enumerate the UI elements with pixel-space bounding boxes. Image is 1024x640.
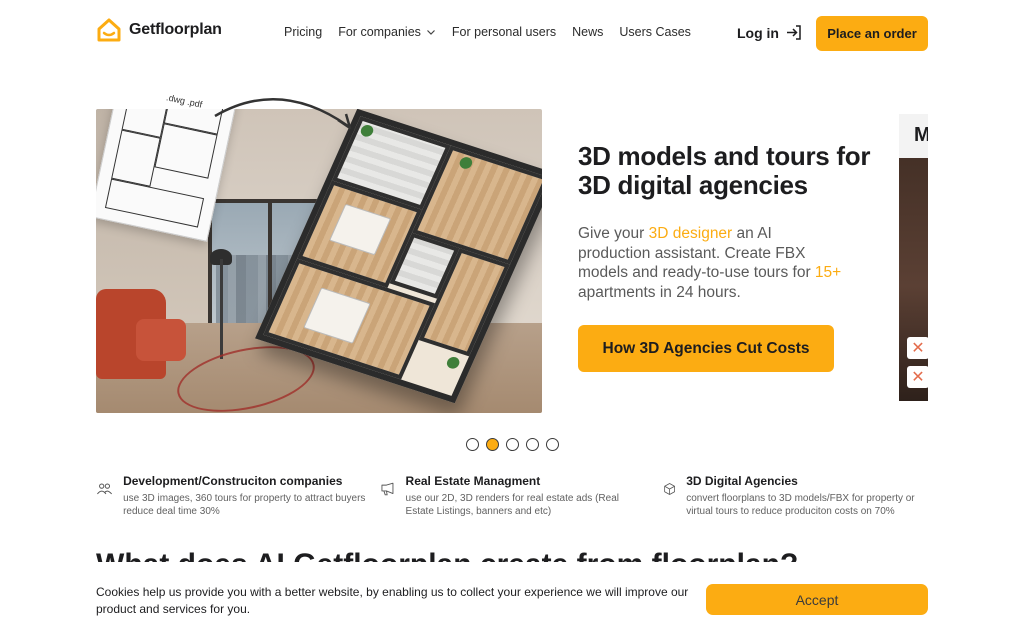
login-arrow-icon	[787, 25, 801, 40]
carousel-dot-1[interactable]	[466, 438, 479, 451]
chevron-down-icon	[426, 30, 435, 35]
bed	[329, 203, 392, 256]
plan-room	[111, 129, 161, 187]
users-icon	[97, 483, 113, 495]
main-nav: Pricing For companies For personal users…	[284, 25, 691, 39]
lamp-stand	[220, 259, 223, 359]
hero-title: 3D models and tours for 3D digital agenc…	[578, 141, 871, 200]
nav-pricing[interactable]: Pricing	[284, 25, 322, 39]
nav-users-cases[interactable]: Users Cases	[619, 25, 691, 39]
house-logo-icon	[97, 18, 121, 42]
curved-arrow-icon	[214, 97, 352, 130]
next-slide-caption: M	[899, 114, 928, 158]
feature-development: Development/Construciton companies use 3…	[96, 474, 366, 518]
feature-real-estate: Real Estate Managment use our 2D, 3D ren…	[380, 474, 640, 518]
carousel-dot-2[interactable]	[486, 438, 499, 451]
agencies-cut-costs-button[interactable]: How 3D Agencies Cut Costs	[578, 325, 834, 372]
close-x-icon: ✕	[907, 337, 929, 359]
feature-3d-agencies: 3D Digital Agencies convert floorplans t…	[663, 474, 928, 518]
carousel-dot-3[interactable]	[506, 438, 519, 451]
feature-title: Development/Construciton companies	[123, 474, 343, 488]
login-link[interactable]: Log in	[737, 24, 802, 41]
carousel-dots	[466, 438, 559, 451]
nav-news[interactable]: News	[572, 25, 603, 39]
feature-title: 3D Digital Agencies	[686, 474, 798, 488]
carousel-dot-4[interactable]	[526, 438, 539, 451]
nav-for-personal-users-label: For personal users	[451, 25, 557, 39]
hero-image	[96, 109, 542, 413]
logo-text: Getfloorplan	[129, 21, 222, 38]
cookie-text: Cookies help us provide you with a bette…	[96, 585, 689, 616]
hero-desc-text: Give your	[578, 225, 649, 242]
nav-users-cases-label: Users Cases	[619, 25, 691, 39]
login-label: Log in	[737, 24, 779, 41]
feature-title: Real Estate Managment	[405, 474, 541, 488]
cookie-banner: Cookies help us provide you with a bette…	[0, 562, 1024, 640]
nav-for-companies-label: For companies	[338, 25, 421, 39]
accept-cookies-button[interactable]: Accept	[706, 584, 928, 615]
feature-body: Development/Construciton companies use 3…	[123, 474, 366, 518]
plan-formats-label: .dwg .pdf	[165, 92, 204, 110]
hero-description: Give your 3D designer an AI production a…	[578, 224, 848, 302]
feature-text: convert floorplans to 3D models/FBX for …	[686, 493, 915, 517]
cube-icon	[664, 483, 675, 495]
feature-text: use our 2D, 3D renders for real estate a…	[405, 493, 619, 517]
nav-pricing-label: Pricing	[284, 25, 323, 39]
plant	[445, 355, 462, 371]
feature-body: 3D Digital Agencies convert floorplans t…	[686, 474, 928, 518]
nav-for-personal-users[interactable]: For personal users	[452, 25, 556, 39]
nav-for-companies[interactable]: For companies	[338, 25, 436, 39]
hero-desc-highlight: 3D designer	[648, 225, 733, 242]
section-title: What does AI Getfloorplan create from fl…	[96, 548, 798, 562]
close-x-icon: ✕	[907, 366, 929, 388]
megaphone-icon	[381, 482, 394, 496]
logo[interactable]: Getfloorplan	[96, 17, 222, 43]
nav-news-label: News	[572, 25, 604, 39]
red-sofa-seat	[136, 319, 186, 361]
place-order-button[interactable]: Place an order	[816, 16, 928, 51]
bed	[303, 287, 371, 344]
site-header: Getfloorplan Pricing For companies For p…	[0, 0, 1024, 66]
plan-room	[104, 178, 205, 228]
hero-desc-text: apartments in 24 hours.	[578, 283, 741, 301]
feature-text: use 3D images, 360 tours for property to…	[123, 493, 366, 517]
feature-body: Real Estate Managment use our 2D, 3D ren…	[406, 474, 640, 518]
carousel-dot-5[interactable]	[546, 438, 559, 451]
hero-desc-highlight: 15+	[814, 264, 842, 281]
